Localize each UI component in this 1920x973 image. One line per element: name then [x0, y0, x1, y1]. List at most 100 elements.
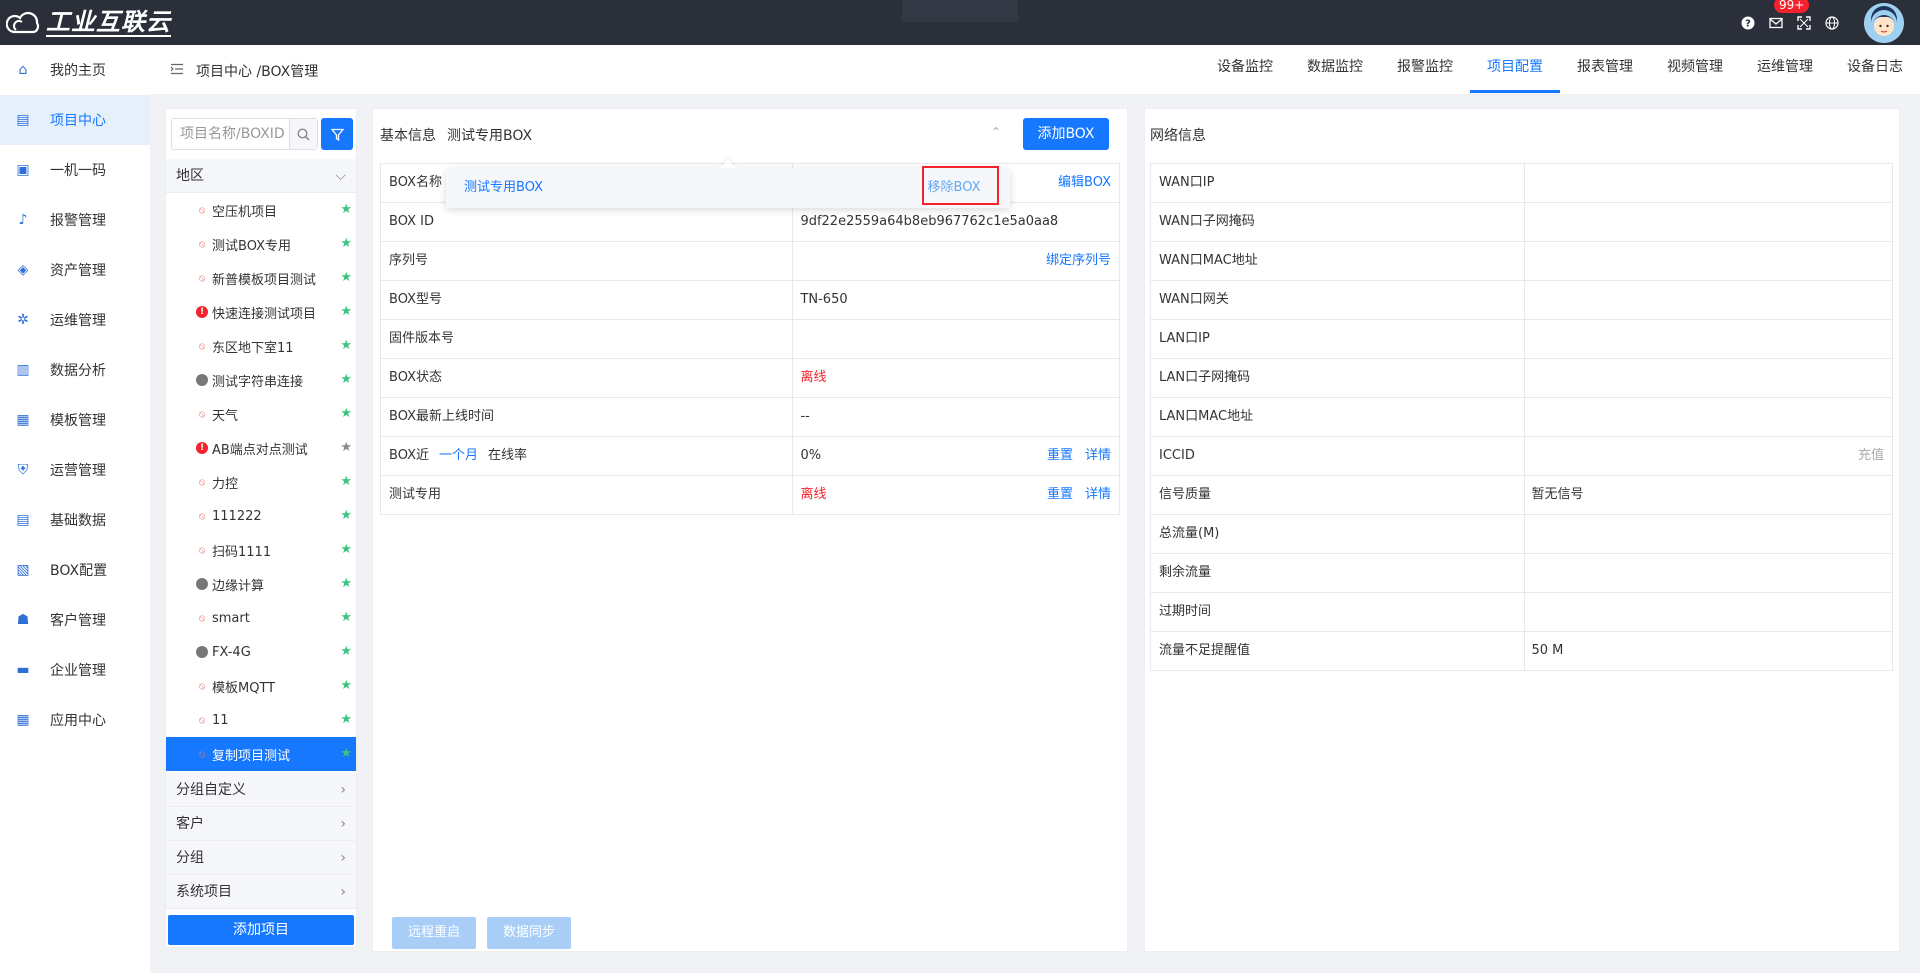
project-item[interactable]: ⦸ 天气 ★: [166, 397, 356, 431]
project-item[interactable]: FX-4G ★: [166, 635, 356, 669]
fullscreen-icon[interactable]: [1794, 13, 1814, 33]
tab-device-monitor[interactable]: 设备监控: [1200, 45, 1290, 95]
project-item[interactable]: ! AB端点对点测试 ★: [166, 431, 356, 465]
sidebar-item-project-center[interactable]: ▤ 项目中心: [0, 95, 150, 145]
sub-header: 项目中心 /BOX管理 设备监控 数据监控 报警监控 项目配置 报表管理 视频管…: [150, 45, 1920, 95]
row-label: 序列号: [381, 242, 794, 280]
table-row: BOX型号 TN-650: [381, 281, 1120, 320]
remote-restart-button[interactable]: 远程重启: [392, 917, 476, 949]
bind-serial-link[interactable]: 绑定序列号: [1046, 242, 1111, 280]
star-icon[interactable]: ★: [340, 713, 352, 726]
project-item[interactable]: ⦸ 空压机项目 ★: [166, 193, 356, 227]
group-system[interactable]: 系统项目 ›: [166, 875, 356, 909]
star-icon[interactable]: ★: [340, 203, 352, 216]
table-row: WAN口MAC地址: [1151, 242, 1893, 281]
row-label: 过期时间: [1151, 593, 1525, 631]
sidebar-item-customer[interactable]: ☗ 客户管理: [0, 595, 150, 645]
sidebar-item-operation[interactable]: ⛨ 运营管理: [0, 445, 150, 495]
star-icon[interactable]: ★: [340, 305, 352, 318]
tab-report[interactable]: 报表管理: [1560, 45, 1650, 95]
star-icon[interactable]: ★: [340, 747, 352, 760]
row-value[interactable]: 50 M: [1525, 632, 1893, 670]
group-customer[interactable]: 客户 ›: [166, 807, 356, 841]
project-item[interactable]: ⦸ 111222 ★: [166, 499, 356, 533]
online-rate-label: BOX近 一个月 在线率: [381, 437, 794, 475]
menu-toggle-icon[interactable]: [170, 63, 184, 79]
project-item[interactable]: ⦸ 力控 ★: [166, 465, 356, 499]
filter-button[interactable]: [321, 118, 353, 150]
search-input[interactable]: 项目名称/BOXID: [172, 119, 289, 149]
star-icon[interactable]: ★: [340, 339, 352, 352]
row-value: [1525, 242, 1893, 280]
tab-ops[interactable]: 运维管理: [1740, 45, 1830, 95]
project-item[interactable]: ! 快速连接测试项目 ★: [166, 295, 356, 329]
reset-link[interactable]: 重置: [1047, 437, 1073, 475]
chart-icon: ▥: [16, 362, 30, 378]
detail-link[interactable]: 详情: [1085, 476, 1111, 514]
star-icon[interactable]: ★: [340, 645, 352, 658]
project-item[interactable]: ⦸ 新普模板项目测试 ★: [166, 261, 356, 295]
avatar[interactable]: [1864, 2, 1904, 43]
star-icon[interactable]: ★: [340, 237, 352, 250]
recharge-link[interactable]: 充值: [1858, 437, 1884, 475]
project-item[interactable]: ⦸ smart ★: [166, 601, 356, 635]
tab-data-monitor[interactable]: 数据监控: [1290, 45, 1380, 95]
tab-video[interactable]: 视频管理: [1650, 45, 1740, 95]
project-item[interactable]: 边缘计算 ★: [166, 567, 356, 601]
search-button[interactable]: [289, 119, 317, 149]
star-icon[interactable]: ★: [340, 475, 352, 488]
region-group-header[interactable]: 地区 ⌵: [166, 159, 356, 193]
project-item[interactable]: ⦸ 扫码1111 ★: [166, 533, 356, 567]
project-item[interactable]: 测试字符串连接 ★: [166, 363, 356, 397]
help-icon[interactable]: ?: [1738, 13, 1758, 33]
rate-period-select[interactable]: 一个月: [439, 437, 478, 475]
project-item[interactable]: ⦸ 模板MQTT ★: [166, 669, 356, 703]
tab-project-config[interactable]: 项目配置: [1470, 45, 1560, 95]
basic-info-table: BOX名称 编辑BOX BOX ID 9df22e2559a64b8eb9677…: [380, 163, 1120, 515]
tab-device-log[interactable]: 设备日志: [1830, 45, 1920, 95]
sidebar-item-box-config[interactable]: ▧ BOX配置: [0, 545, 150, 595]
reset-link[interactable]: 重置: [1047, 476, 1073, 514]
sidebar-item-home[interactable]: ⌂ 我的主页: [0, 45, 150, 95]
table-row: 总流量(M): [1151, 515, 1893, 554]
sidebar-item-ops[interactable]: ✲ 运维管理: [0, 295, 150, 345]
project-name: AB端点对点测试: [212, 442, 308, 458]
mail-icon[interactable]: 99+: [1766, 0, 1810, 33]
project-item[interactable]: ⦸ 11 ★: [166, 703, 356, 737]
group-label: 分组自定义: [176, 782, 246, 798]
link-broken-icon: ⦸: [198, 612, 206, 624]
sidebar-item-alarm[interactable]: ♪ 报警管理: [0, 195, 150, 245]
star-icon[interactable]: ★: [340, 509, 352, 522]
star-icon[interactable]: ★: [340, 611, 352, 624]
star-icon[interactable]: ★: [340, 679, 352, 692]
sidebar-item-template[interactable]: ▦ 模板管理: [0, 395, 150, 445]
sidebar-item-app-center[interactable]: ▦ 应用中心: [0, 695, 150, 745]
project-item[interactable]: ⦸ 东区地下室11 ★: [166, 329, 356, 363]
sidebar-item-asset[interactable]: ◈ 资产管理: [0, 245, 150, 295]
globe-icon[interactable]: [1822, 13, 1842, 33]
project-name: 空压机项目: [212, 204, 278, 220]
group-group[interactable]: 分组 ›: [166, 841, 356, 875]
project-item[interactable]: ⦸ 复制项目测试 ★: [166, 737, 356, 771]
data-sync-button[interactable]: 数据同步: [487, 917, 571, 949]
star-icon[interactable]: ★: [340, 543, 352, 556]
star-icon[interactable]: ★: [340, 271, 352, 284]
star-icon[interactable]: ★: [340, 441, 352, 454]
detail-link[interactable]: 详情: [1085, 437, 1111, 475]
logo[interactable]: 工业互联云: [6, 8, 171, 38]
sidebar-item-enterprise[interactable]: ▬ 企业管理: [0, 645, 150, 695]
star-icon[interactable]: ★: [340, 577, 352, 590]
add-box-button[interactable]: 添加BOX: [1023, 118, 1109, 150]
star-icon[interactable]: ★: [340, 407, 352, 420]
sidebar-item-data-analysis[interactable]: ▥ 数据分析: [0, 345, 150, 395]
row-value: 9df22e2559a64b8eb967762c1e5a0aa8: [793, 203, 1120, 241]
edit-box-link[interactable]: 编辑BOX: [1058, 164, 1111, 202]
tab-alarm-monitor[interactable]: 报警监控: [1380, 45, 1470, 95]
chevron-up-icon[interactable]: ⌃: [991, 125, 1001, 139]
star-icon[interactable]: ★: [340, 373, 352, 386]
add-project-button[interactable]: 添加项目: [168, 915, 354, 945]
sidebar-item-one-machine-code[interactable]: ▣ 一机一码: [0, 145, 150, 195]
sidebar-item-base-data[interactable]: ▤ 基础数据: [0, 495, 150, 545]
project-item[interactable]: ⦸ 测试BOX专用 ★: [166, 227, 356, 261]
group-custom[interactable]: 分组自定义 ›: [166, 773, 356, 807]
